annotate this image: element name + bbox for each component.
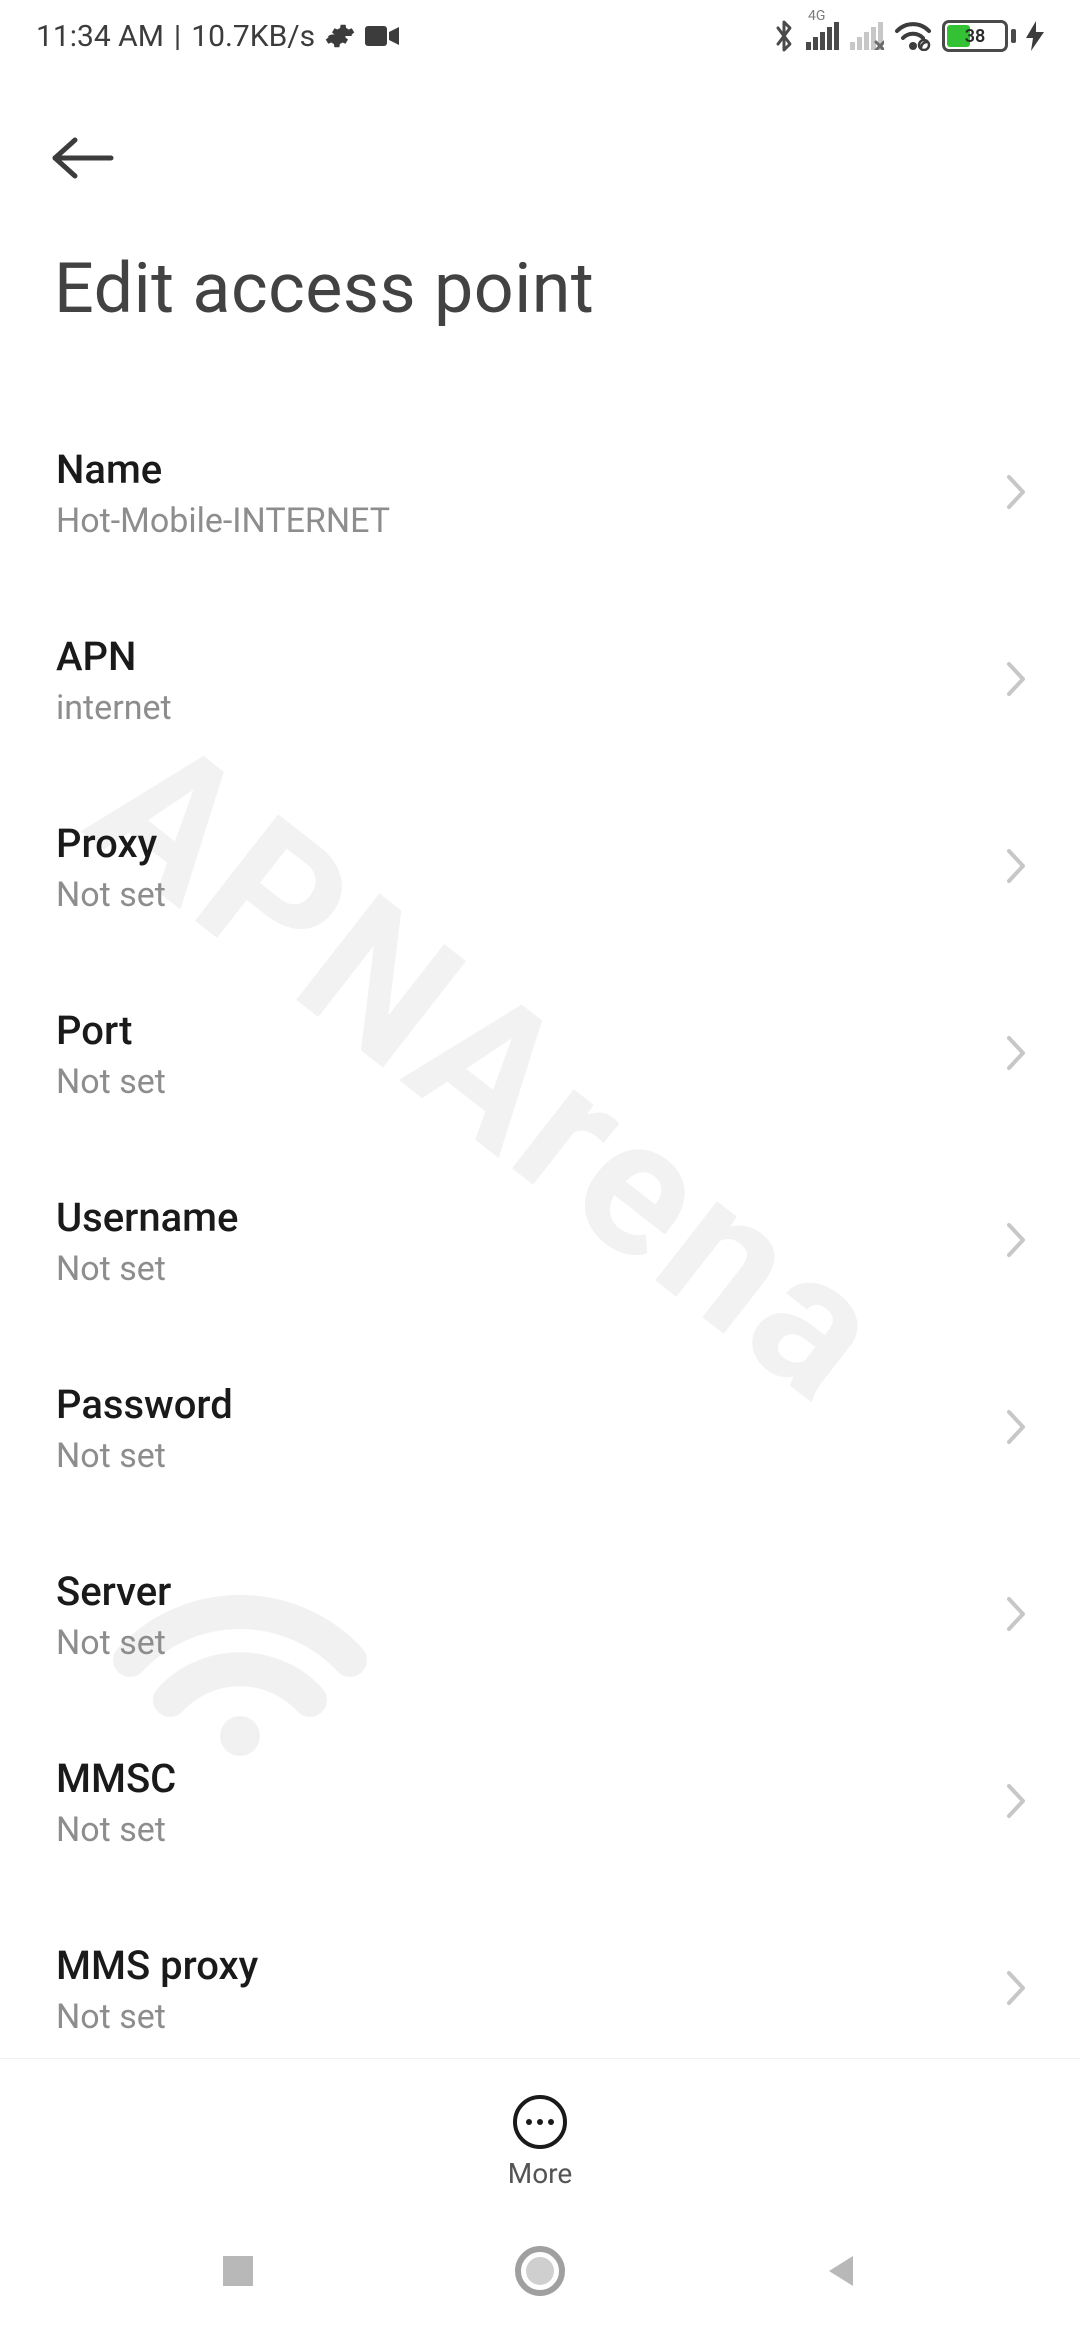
video-camera-icon [365, 24, 399, 48]
row-value: Not set [56, 1997, 1018, 2037]
wifi-icon [894, 21, 932, 51]
row-label: Server [56, 1568, 1018, 1615]
status-separator: | [174, 19, 181, 54]
arrow-left-icon [49, 136, 115, 184]
triangle-left-icon [823, 2252, 861, 2294]
row-label: Proxy [56, 820, 1018, 867]
more-label: More [508, 2157, 573, 2190]
status-net-speed: 10.7KB/s [191, 19, 315, 54]
row-apn[interactable]: APN internet [0, 587, 1080, 774]
chevron-right-icon [1004, 1033, 1028, 1077]
chevron-right-icon [1004, 472, 1028, 516]
battery-percentage: 38 [945, 26, 1005, 47]
row-proxy[interactable]: Proxy Not set [0, 774, 1080, 961]
nav-back-button[interactable] [823, 2252, 861, 2294]
page-title: Edit access point [54, 248, 594, 330]
settings-list: Name Hot-Mobile-INTERNET APN internet Pr… [0, 400, 1080, 2084]
status-bar: 11:34 AM | 10.7KB/s 4G 38 [0, 0, 1080, 72]
bolt-icon [1026, 21, 1044, 51]
row-name[interactable]: Name Hot-Mobile-INTERNET [0, 400, 1080, 587]
chevron-right-icon [1004, 1407, 1028, 1451]
chevron-right-icon [1004, 1220, 1028, 1264]
back-button[interactable] [44, 122, 120, 198]
chevron-right-icon [1004, 1594, 1028, 1638]
square-icon [219, 2252, 257, 2294]
chevron-right-icon [1004, 846, 1028, 890]
row-label: Password [56, 1381, 1018, 1428]
battery-icon: 38 [942, 20, 1016, 52]
row-label: Name [56, 446, 1018, 493]
system-nav-bar [0, 2206, 1080, 2340]
row-value: Not set [56, 1623, 1018, 1663]
more-button[interactable] [513, 2095, 567, 2149]
signal-nosim-icon [850, 22, 884, 50]
status-time: 11:34 AM [36, 19, 164, 54]
chevron-right-icon [1004, 659, 1028, 703]
nav-home-button[interactable] [514, 2245, 566, 2301]
bottom-action-bar: More [0, 2058, 1080, 2206]
nav-recent-button[interactable] [219, 2252, 257, 2294]
row-value: Not set [56, 875, 1018, 915]
row-value: Not set [56, 1249, 1018, 1289]
row-value: Not set [56, 1810, 1018, 1850]
row-password[interactable]: Password Not set [0, 1335, 1080, 1522]
row-port[interactable]: Port Not set [0, 961, 1080, 1148]
row-label: APN [56, 633, 1018, 680]
circle-icon [514, 2245, 566, 2301]
chevron-right-icon [1004, 1781, 1028, 1825]
status-left: 11:34 AM | 10.7KB/s [36, 19, 399, 54]
row-mmsc[interactable]: MMSC Not set [0, 1709, 1080, 1896]
row-label: MMS proxy [56, 1942, 1018, 1989]
bluetooth-icon [772, 19, 796, 53]
toolbar [0, 100, 1080, 220]
row-value: Not set [56, 1436, 1018, 1476]
gear-icon [325, 21, 355, 51]
row-username[interactable]: Username Not set [0, 1148, 1080, 1335]
row-value: internet [56, 688, 1018, 728]
signal-4g-icon: 4G [806, 22, 840, 50]
row-label: Port [56, 1007, 1018, 1054]
chevron-right-icon [1004, 1968, 1028, 2012]
row-value: Not set [56, 1062, 1018, 1102]
row-value: Hot-Mobile-INTERNET [56, 501, 1018, 541]
row-label: MMSC [56, 1755, 1018, 1802]
network-type-label: 4G [808, 8, 825, 24]
row-mms-proxy[interactable]: MMS proxy Not set [0, 1896, 1080, 2083]
row-server[interactable]: Server Not set [0, 1522, 1080, 1709]
row-label: Username [56, 1194, 1018, 1241]
status-right: 4G 38 [772, 19, 1044, 53]
